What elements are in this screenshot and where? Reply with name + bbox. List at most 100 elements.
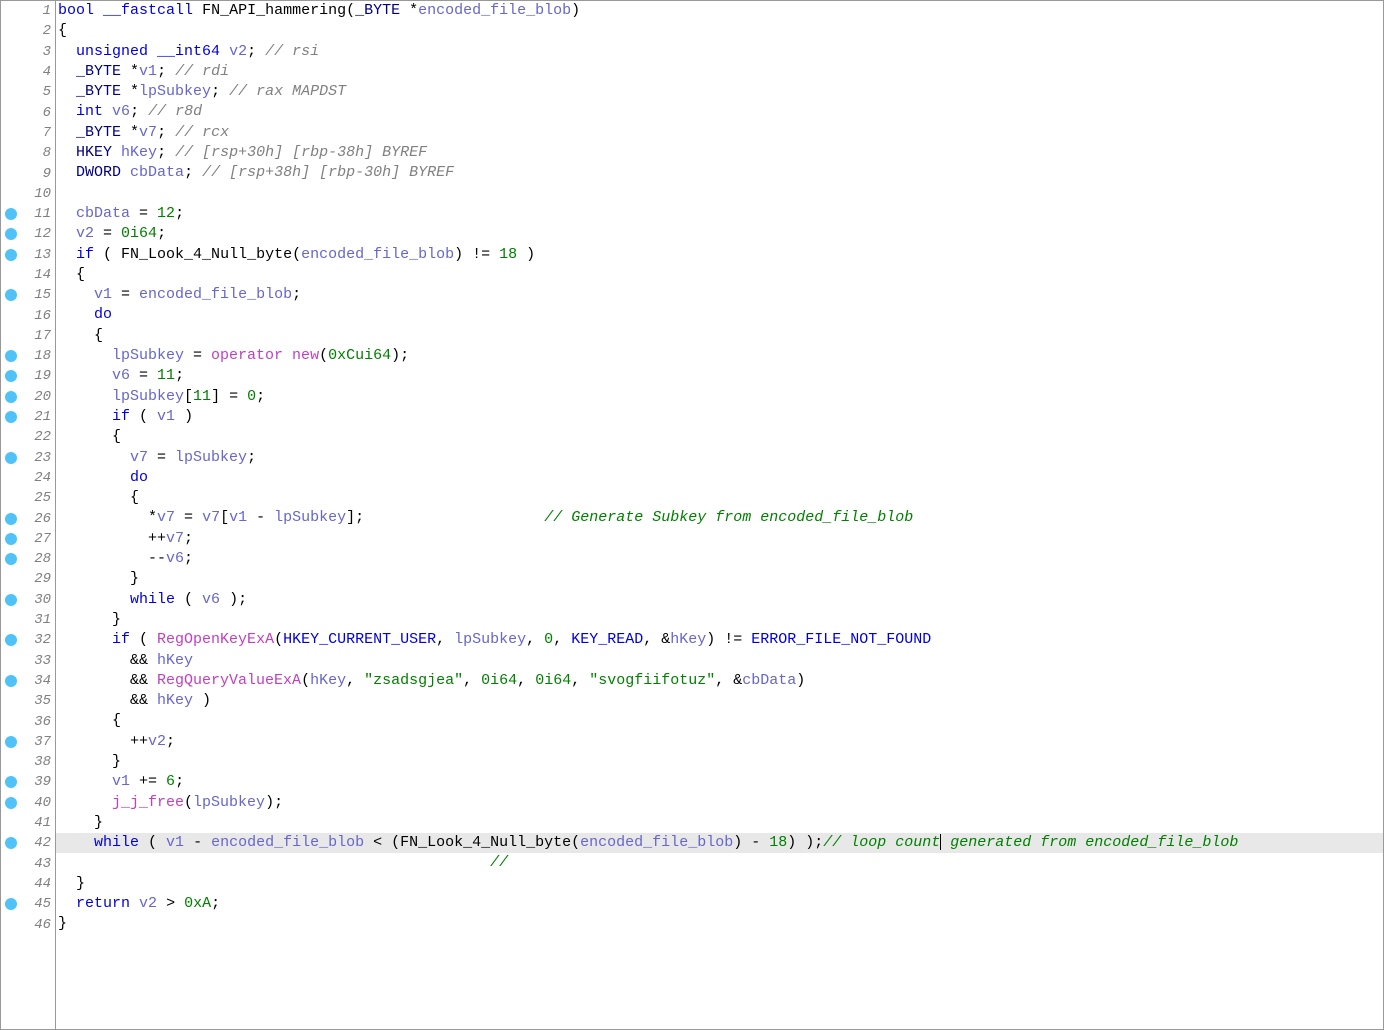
breakpoint-dot[interactable] [5,675,17,687]
code-line[interactable]: && hKey ) [56,691,1383,711]
gutter-line[interactable]: 38 [1,752,55,772]
gutter-line[interactable]: 46 [1,914,55,934]
code-line[interactable]: --v6; [56,549,1383,569]
gutter-line[interactable]: 5 [1,82,55,102]
gutter-line[interactable]: 23 [1,448,55,468]
code-line[interactable]: int v6; // r8d [56,102,1383,122]
gutter-line[interactable]: 19 [1,366,55,386]
code-line[interactable]: if ( FN_Look_4_Null_byte(encoded_file_bl… [56,245,1383,265]
gutter-line[interactable]: 7 [1,123,55,143]
gutter-line[interactable]: 18 [1,346,55,366]
code-line[interactable]: _BYTE *v1; // rdi [56,62,1383,82]
breakpoint-dot[interactable] [5,249,17,261]
gutter-line[interactable]: 32 [1,630,55,650]
gutter-line[interactable]: 20 [1,387,55,407]
code-line[interactable]: while ( v1 - encoded_file_blob < (FN_Loo… [56,833,1383,853]
gutter-line[interactable]: 13 [1,245,55,265]
gutter-line[interactable]: 37 [1,732,55,752]
code-line[interactable]: HKEY hKey; // [rsp+30h] [rbp-38h] BYREF [56,143,1383,163]
code-line[interactable]: { [56,427,1383,447]
breakpoint-dot[interactable] [5,797,17,809]
gutter-line[interactable]: 43 [1,853,55,873]
code-line[interactable]: return v2 > 0xA; [56,894,1383,914]
code-line[interactable]: && RegQueryValueExA(hKey, "zsadsgjea", 0… [56,671,1383,691]
code-line[interactable]: DWORD cbData; // [rsp+38h] [rbp-30h] BYR… [56,163,1383,183]
breakpoint-dot[interactable] [5,452,17,464]
gutter-line[interactable]: 24 [1,468,55,488]
gutter-line[interactable]: 40 [1,793,55,813]
gutter-line[interactable]: 44 [1,874,55,894]
gutter-line[interactable]: 2 [1,21,55,41]
gutter-line[interactable]: 39 [1,772,55,792]
code-line[interactable]: _BYTE *v7; // rcx [56,123,1383,143]
code-line[interactable]: unsigned __int64 v2; // rsi [56,42,1383,62]
gutter-line[interactable]: 4 [1,62,55,82]
code-line[interactable]: lpSubkey = operator new(0xCui64); [56,346,1383,366]
code-line[interactable]: v6 = 11; [56,366,1383,386]
code-line[interactable]: { [56,21,1383,41]
code-line[interactable]: do [56,468,1383,488]
code-line[interactable]: } [56,610,1383,630]
code-line[interactable]: } [56,752,1383,772]
gutter-line[interactable]: 6 [1,102,55,122]
breakpoint-dot[interactable] [5,533,17,545]
code-line[interactable]: while ( v6 ); [56,590,1383,610]
code-line[interactable]: if ( RegOpenKeyExA(HKEY_CURRENT_USER, lp… [56,630,1383,650]
gutter-line[interactable]: 26 [1,508,55,528]
gutter-line[interactable]: 42 [1,833,55,853]
code-area[interactable]: bool __fastcall FN_API_hammering(_BYTE *… [56,1,1383,1029]
breakpoint-dot[interactable] [5,513,17,525]
code-line[interactable]: && hKey [56,651,1383,671]
gutter-line[interactable]: 8 [1,143,55,163]
code-line[interactable]: v2 = 0i64; [56,224,1383,244]
code-line[interactable]: { [56,326,1383,346]
code-line[interactable]: // [56,853,1383,873]
gutter-line[interactable]: 33 [1,651,55,671]
code-line[interactable]: ++v2; [56,732,1383,752]
gutter-line[interactable]: 10 [1,184,55,204]
code-line[interactable]: bool __fastcall FN_API_hammering(_BYTE *… [56,1,1383,21]
gutter-line[interactable]: 17 [1,326,55,346]
code-line[interactable]: } [56,914,1383,934]
gutter-line[interactable]: 11 [1,204,55,224]
code-line[interactable]: if ( v1 ) [56,407,1383,427]
code-line[interactable]: { [56,711,1383,731]
code-line[interactable]: ++v7; [56,529,1383,549]
gutter-line[interactable]: 29 [1,569,55,589]
code-line[interactable]: _BYTE *lpSubkey; // rax MAPDST [56,82,1383,102]
code-line[interactable]: cbData = 12; [56,204,1383,224]
code-line[interactable]: do [56,305,1383,325]
code-line[interactable] [56,184,1383,204]
gutter-line[interactable]: 45 [1,894,55,914]
gutter-line[interactable]: 12 [1,224,55,244]
gutter-line[interactable]: 34 [1,671,55,691]
gutter-line[interactable]: 31 [1,610,55,630]
gutter-line[interactable]: 21 [1,407,55,427]
code-line[interactable]: } [56,813,1383,833]
gutter-line[interactable]: 28 [1,549,55,569]
code-line[interactable]: v1 = encoded_file_blob; [56,285,1383,305]
code-line[interactable]: { [56,488,1383,508]
gutter-line[interactable]: 16 [1,305,55,325]
breakpoint-dot[interactable] [5,736,17,748]
gutter-line[interactable]: 15 [1,285,55,305]
code-line[interactable]: lpSubkey[11] = 0; [56,387,1383,407]
code-line[interactable]: { [56,265,1383,285]
gutter-line[interactable]: 35 [1,691,55,711]
code-line[interactable]: *v7 = v7[v1 - lpSubkey]; // Generate Sub… [56,508,1383,528]
gutter-line[interactable]: 3 [1,42,55,62]
gutter-line[interactable]: 25 [1,488,55,508]
gutter-line[interactable]: 9 [1,163,55,183]
code-line[interactable]: j_j_free(lpSubkey); [56,793,1383,813]
breakpoint-dot[interactable] [5,594,17,606]
gutter-line[interactable]: 30 [1,590,55,610]
breakpoint-dot[interactable] [5,208,17,220]
gutter-line[interactable]: 1 [1,1,55,21]
breakpoint-dot[interactable] [5,411,17,423]
gutter-line[interactable]: 41 [1,813,55,833]
breakpoint-dot[interactable] [5,391,17,403]
gutter-line[interactable]: 22 [1,427,55,447]
gutter-line[interactable]: 14 [1,265,55,285]
code-line[interactable]: } [56,874,1383,894]
code-line[interactable]: } [56,569,1383,589]
